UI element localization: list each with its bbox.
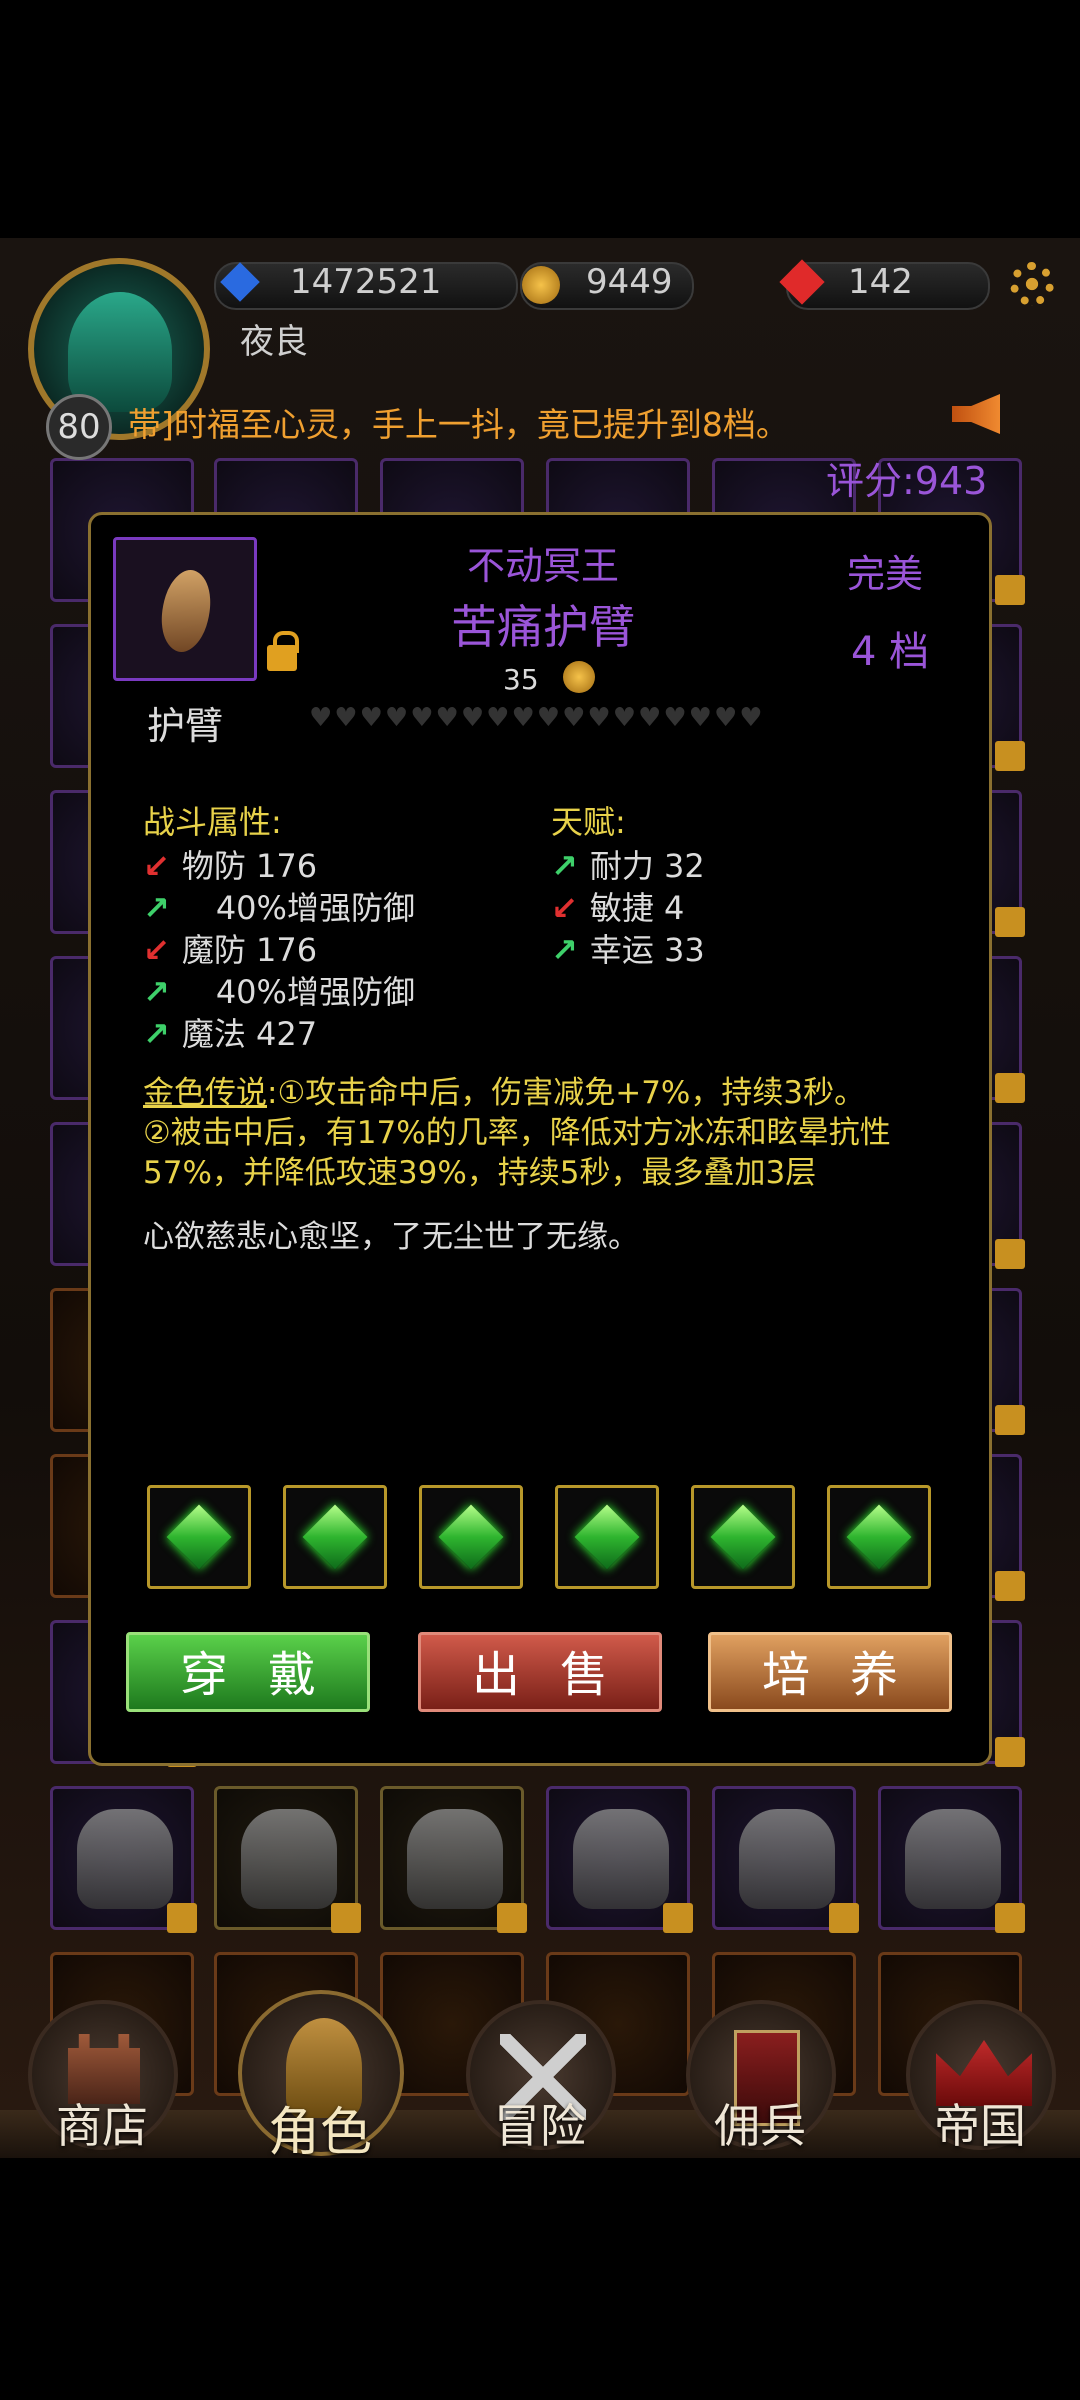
lock-icon [167,1903,197,1933]
lock-icon [995,907,1025,937]
arrow-down-icon: ↙ [143,847,170,885]
lock-icon [995,575,1025,605]
lock-icon [995,741,1025,771]
arrow-down-icon: ↙ [143,931,170,969]
coin-icon [522,266,560,304]
coin-icon [563,661,595,693]
gem-slot[interactable] [555,1485,659,1589]
lock-icon [995,1405,1025,1435]
lock-icon [995,1073,1025,1103]
lock-icon [995,1571,1025,1601]
equip-button[interactable]: 穿戴 [126,1632,370,1712]
train-button[interactable]: 培养 [708,1632,952,1712]
legend-label: 金色传说 [143,1075,267,1111]
nav-label-character: 角色 [267,2103,372,2163]
inventory-slot[interactable] [546,1786,693,1933]
legend-line-2: ②被击中后，有17%的几率，降低对方冰冻和眩晕抗性 [143,1115,891,1151]
combat-stat-text: 魔防 176 [181,931,318,969]
emerald-gem-icon [438,1504,504,1570]
gear-icon[interactable] [1010,262,1054,306]
emerald-gem-icon [846,1504,912,1570]
emerald-gem-icon [166,1504,232,1570]
combat-stat-row: ↗ 魔法 427 [143,1009,317,1055]
lock-icon [995,1239,1025,1269]
lock-icon [829,1903,859,1933]
item-quality: 完美 [847,552,924,596]
lock-icon [995,1737,1025,1767]
combat-stats-header: 战斗属性: [143,803,282,841]
level-badge: 80 [46,394,112,460]
flavor-text: 心欲慈悲心愈坚，了无尘世了无缘。 [143,1219,639,1255]
player-name: 夜良 [240,322,308,362]
item-detail-panel: 不动冥王 苦痛护臂 完美 4 档 35 护臂 ♥♥♥♥♥♥♥♥♥♥♥♥♥♥♥♥♥… [88,512,992,1766]
heart-row: ♥♥♥♥♥♥♥♥♥♥♥♥♥♥♥♥♥♥ [309,703,765,733]
combat-stat-row: ↗ 40%增强防御 [143,967,415,1013]
emerald-gem-icon [574,1504,640,1570]
arrow-up-icon: ↗ [143,889,170,927]
lock-icon [331,1903,361,1933]
inventory-slot[interactable] [50,1786,197,1933]
nav-label-adventure: 冒险 [494,2099,586,2153]
helmet-icon [739,1809,835,1909]
helmet-icon [407,1809,503,1909]
helmet-icon [241,1809,337,1909]
announcement-text: 帯]时福至心灵，手上一抖，竟已提升到8档。 [128,405,789,444]
inventory-slot[interactable] [712,1786,859,1933]
talent-row: ↙ 敏捷 4 [551,883,684,929]
item-type: 护臂 [147,704,224,748]
inventory-slot[interactable] [380,1786,527,1933]
gem-slot[interactable] [147,1485,251,1589]
legend-line-1: :①攻击命中后，伤害减免+7%，持续3秒。 [267,1075,866,1111]
emerald-gem-icon [710,1504,776,1570]
ruby-value: 142 [848,262,913,302]
talent-row: ↗ 耐力 32 [551,841,705,887]
sell-button[interactable]: 出售 [418,1632,662,1712]
helmet-icon [573,1809,669,1909]
talent-text: 耐力 32 [589,847,705,885]
combat-stat-text: 40%增强防御 [215,973,415,1011]
talent-text: 敏捷 4 [589,889,685,927]
score-label: 评分:943 [826,459,988,503]
talent-text: 幸运 33 [589,931,705,969]
gem-slot[interactable] [827,1485,931,1589]
combat-stat-row: ↗ 40%增强防御 [143,883,415,929]
legend-effect: 金色传说:①攻击命中后，伤害减免+7%，持续3秒。 ②被击中后，有17%的几率，… [143,1073,983,1193]
arrow-up-icon: ↗ [551,847,578,885]
arrow-down-icon: ↙ [551,889,578,927]
combat-stat-text: 魔法 427 [181,1015,318,1053]
gem-slot[interactable] [691,1485,795,1589]
combat-stat-text: 40%增强防御 [215,889,415,927]
nav-label-mercenary: 佣兵 [714,2099,806,2153]
item-tier: 4 档 [851,629,930,675]
lock-icon [497,1903,527,1933]
blue-currency-value: 1472521 [290,262,442,302]
arrow-up-icon: ↗ [143,1015,170,1053]
legend-line-3: 57%，并降低攻速39%，持续5秒，最多叠加3层 [143,1155,817,1191]
lock-icon [995,1903,1025,1933]
combat-stat-row: ↙ 魔防 176 [143,925,317,971]
arrow-up-icon: ↗ [551,931,578,969]
combat-stat-row: ↙ 物防 176 [143,841,317,887]
gem-slot[interactable] [283,1485,387,1589]
talent-row: ↗ 幸运 33 [551,925,705,971]
inventory-slot[interactable] [878,1786,1025,1933]
gem-slot[interactable] [419,1485,523,1589]
item-price: 35 [503,663,539,696]
helmet-icon [77,1809,173,1909]
nav-label-shop: 商店 [56,2099,148,2153]
nav-label-empire: 帝国 [934,2099,1026,2153]
emerald-gem-icon [302,1504,368,1570]
talent-header: 天赋: [551,803,626,841]
combat-stat-text: 物防 176 [181,847,318,885]
inventory-slot[interactable] [214,1786,361,1933]
helmet-icon [905,1809,1001,1909]
arrow-up-icon: ↗ [143,973,170,1011]
lock-icon [663,1903,693,1933]
gold-value: 9449 [586,262,673,302]
